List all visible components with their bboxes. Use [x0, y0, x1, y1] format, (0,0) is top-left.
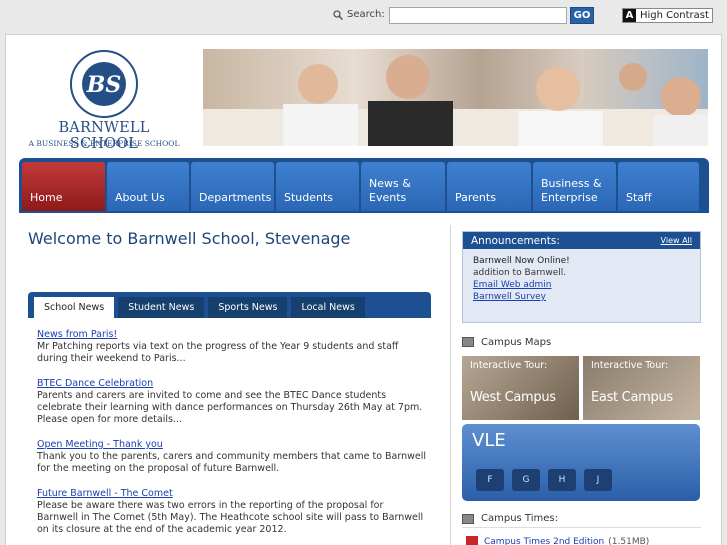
main-navigation: Home About Us Departments Students News …	[19, 158, 709, 213]
campus-maps-title: Campus Maps	[481, 336, 552, 348]
column-divider	[450, 225, 451, 545]
school-tagline: A BUSINESS & ENTERPRISE SCHOOL	[28, 139, 180, 148]
tab-student-news[interactable]: Student News	[118, 297, 205, 318]
news-item: Open Meeting - Thank you Thank you to th…	[37, 439, 427, 475]
news-item-summary: Mr Patching reports via text on the prog…	[37, 341, 399, 364]
keyboard-key: F	[476, 469, 504, 491]
west-tour-label: Interactive Tour:	[470, 360, 548, 371]
news-item: News from Paris! Mr Patching reports via…	[37, 329, 427, 365]
contrast-icon: A	[623, 9, 636, 22]
header-banner-photo	[203, 49, 708, 146]
campus-times-title: Campus Times:	[481, 513, 558, 524]
nav-news-events[interactable]: News & Events	[361, 162, 445, 211]
survey-link[interactable]: Barnwell Survey	[473, 291, 690, 303]
announcement-heading: Barnwell Now Online!	[473, 256, 570, 266]
campus-times-header: Campus Times:	[462, 510, 701, 528]
vle-link[interactable]: VLE F G H J	[462, 424, 700, 501]
view-all-link[interactable]: View All	[661, 236, 692, 245]
news-item-title[interactable]: BTEC Dance Celebration	[37, 378, 427, 390]
news-item-title[interactable]: News from Paris!	[37, 329, 427, 341]
news-item: BTEC Dance Celebration Parents and carer…	[37, 378, 427, 426]
high-contrast-button[interactable]: A High Contrast	[622, 8, 713, 23]
utility-bar: Search: GO A High Contrast	[0, 0, 727, 30]
news-item-title[interactable]: Open Meeting - Thank you	[37, 439, 427, 451]
news-list: News from Paris! Mr Patching reports via…	[37, 329, 427, 545]
high-contrast-label: High Contrast	[640, 10, 709, 21]
announcement-text: addition to Barnwell.	[473, 268, 567, 278]
news-tabs: School News Student News Sports News Loc…	[28, 292, 431, 318]
map-icon	[462, 337, 474, 347]
file-size: (1.51MB)	[608, 537, 650, 545]
nav-departments[interactable]: Departments	[191, 162, 274, 211]
tab-school-news[interactable]: School News	[34, 297, 115, 318]
search-input[interactable]	[389, 7, 567, 24]
keyboard-image: F G H J	[476, 469, 612, 491]
newspaper-icon	[462, 513, 474, 524]
news-item-summary: Thank you to the parents, carers and com…	[37, 451, 427, 474]
svg-text:BS: BS	[86, 72, 121, 98]
keyboard-key: H	[548, 469, 576, 491]
tab-sports-news[interactable]: Sports News	[208, 297, 288, 318]
email-web-admin-link[interactable]: Email Web admin	[473, 279, 690, 291]
east-campus-tour[interactable]: Interactive Tour: East Campus	[583, 356, 700, 420]
east-tour-label: Interactive Tour:	[591, 360, 669, 371]
go-button[interactable]: GO	[570, 7, 594, 24]
school-crest-icon: BS	[70, 50, 138, 118]
west-campus-tour[interactable]: Interactive Tour: West Campus	[462, 356, 579, 420]
pdf-icon	[466, 536, 478, 545]
campus-times-link[interactable]: Campus Times 2nd Edition	[484, 537, 604, 545]
campus-times-item: Campus Times 2nd Edition (1.51MB)	[466, 536, 649, 545]
search-label: Search:	[347, 9, 385, 20]
nav-about-us[interactable]: About Us	[107, 162, 189, 211]
nav-parents[interactable]: Parents	[447, 162, 531, 211]
page-title: Welcome to Barnwell School, Stevenage	[28, 229, 351, 248]
announcements-header: Announcements: View All	[463, 232, 700, 249]
school-logo[interactable]: BS BARNWELL SCHOOL A BUSINESS & ENTERPRI…	[22, 47, 186, 152]
page-panel: BS BARNWELL SCHOOL A BUSINESS & ENTERPRI…	[5, 34, 722, 545]
announcements-box: Announcements: View All Barnwell Now Onl…	[462, 231, 701, 323]
nav-home[interactable]: Home	[22, 162, 105, 211]
nav-business-enterprise[interactable]: Business & Enterprise	[533, 162, 616, 211]
news-item-title[interactable]: Future Barnwell - The Comet	[37, 488, 427, 500]
news-item: Future Barnwell - The Comet Please be aw…	[37, 488, 427, 536]
news-item-summary: Parents and carers are invited to come a…	[37, 390, 423, 425]
tab-local-news[interactable]: Local News	[291, 297, 365, 318]
campus-maps-header: Campus Maps	[462, 332, 701, 352]
nav-staff[interactable]: Staff	[618, 162, 699, 211]
keyboard-key: G	[512, 469, 540, 491]
vle-title: VLE	[472, 430, 506, 451]
east-campus-label: East Campus	[591, 390, 673, 405]
keyboard-key: J	[584, 469, 612, 491]
search-icon	[333, 10, 343, 20]
announcements-title: Announcements:	[471, 234, 560, 247]
news-item-summary: Please be aware there was two errors in …	[37, 500, 424, 535]
nav-students[interactable]: Students	[276, 162, 359, 211]
west-campus-label: West Campus	[470, 390, 556, 405]
announcements-body: Barnwell Now Online! addition to Barnwel…	[463, 249, 700, 309]
